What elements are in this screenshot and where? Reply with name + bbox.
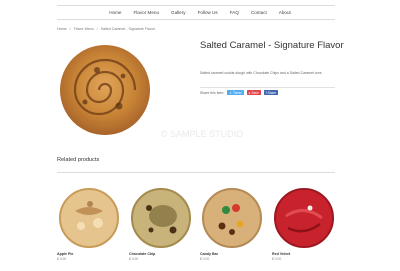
nav-home[interactable]: Home xyxy=(109,6,121,19)
pinterest-icon: ● xyxy=(248,90,251,95)
breadcrumb-current: Salted Caramel - Signature Flavor xyxy=(100,27,155,31)
share-label: Share this item: xyxy=(200,90,225,95)
nav-about[interactable]: About xyxy=(279,6,291,19)
nav-faq[interactable]: FAQ xyxy=(230,6,239,19)
breadcrumb-separator: / xyxy=(96,27,98,31)
nav-flavor-menu[interactable]: Flavor Menu xyxy=(133,6,159,19)
product-card[interactable]: Chocolate Chip $ 0.00 xyxy=(129,186,193,261)
product-price: $ 0.00 xyxy=(272,257,282,261)
product-name[interactable]: Candy Bar xyxy=(200,252,218,256)
breadcrumb-home[interactable]: Home xyxy=(57,27,67,31)
main-nav: Home Flavor Menu Gallery Follow Us FAQ C… xyxy=(0,6,400,19)
pinterest-save-button[interactable]: ● Save xyxy=(246,90,261,95)
related-divider xyxy=(57,172,335,173)
nav-bottom-divider xyxy=(57,19,335,20)
twitter-icon: ✦ xyxy=(229,90,232,95)
breadcrumb: Home / Flavor Menu / Salted Caramel - Si… xyxy=(57,27,155,31)
save-label: Save xyxy=(251,90,259,95)
breadcrumb-separator: / xyxy=(69,27,71,31)
product-name[interactable]: Red Velvet xyxy=(272,252,290,256)
product-card[interactable]: Apple Pie $ 0.00 xyxy=(57,186,121,261)
product-price: $ 0.00 xyxy=(129,257,139,261)
facebook-share-button[interactable]: f Share xyxy=(263,90,279,95)
tweet-label: Tweet xyxy=(233,90,242,95)
chocolate-chip-cookie-image xyxy=(131,188,191,248)
share-button-label: Share xyxy=(267,90,277,95)
product-price: $ 0.00 xyxy=(57,257,67,261)
nav-gallery[interactable]: Gallery xyxy=(171,6,186,19)
product-description: Salted caramel cookie dough with Chocola… xyxy=(200,71,323,75)
share-row: Share this item: ✦ Tweet ● Save f Share xyxy=(200,90,279,95)
product-title: Salted Caramel - Signature Flavor xyxy=(200,40,344,51)
product-main-image[interactable] xyxy=(57,40,154,140)
tweet-button[interactable]: ✦ Tweet xyxy=(227,90,244,95)
candy-bar-cookie-image xyxy=(202,188,262,248)
nav-follow-us[interactable]: Follow Us xyxy=(198,6,218,19)
breadcrumb-flavor-menu[interactable]: Flavor Menu xyxy=(74,27,94,31)
cookie-image xyxy=(60,45,150,135)
facebook-icon: f xyxy=(265,90,267,95)
red-velvet-cookie-image xyxy=(274,188,334,248)
share-divider xyxy=(200,87,335,88)
product-price: $ 0.00 xyxy=(200,257,210,261)
product-name[interactable]: Apple Pie xyxy=(57,252,73,256)
apple-pie-cookie-image xyxy=(59,188,119,248)
product-name[interactable]: Chocolate Chip xyxy=(129,252,155,256)
related-products-grid: Apple Pie $ 0.00 Chocolate Chip $ 0.00 C… xyxy=(57,186,342,266)
watermark: © SAMPLE STUDIO xyxy=(142,127,262,139)
product-card[interactable]: Candy Bar $ 0.00 xyxy=(200,186,264,261)
watermark-logo: © SAMPLE STUDIO xyxy=(161,129,243,139)
svg-text:© SAMPLE STUDIO: © SAMPLE STUDIO xyxy=(161,129,243,139)
related-products-title: Related products xyxy=(57,157,100,163)
product-card[interactable]: Red Velvet $ 0.00 xyxy=(272,186,336,261)
nav-contact[interactable]: Contact xyxy=(251,6,267,19)
